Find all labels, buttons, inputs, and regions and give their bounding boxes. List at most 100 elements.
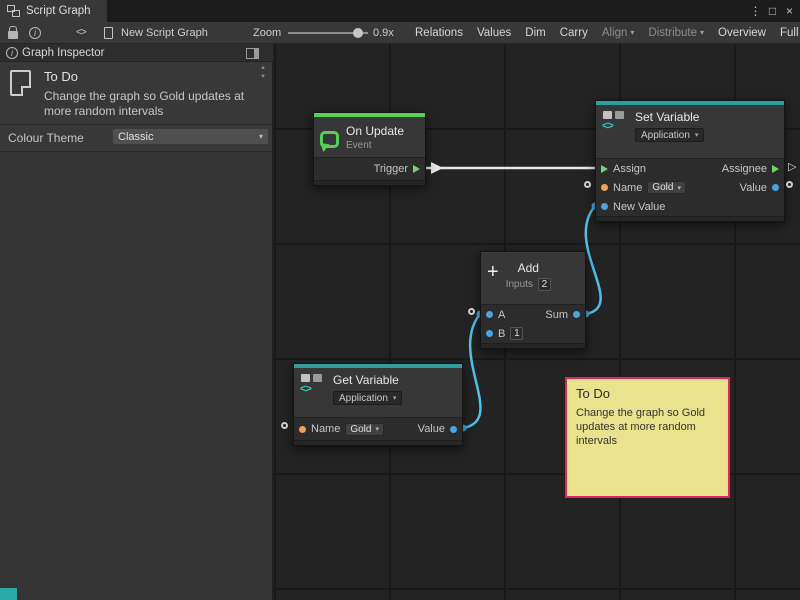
scroll-down-icon[interactable]: ▼ — [260, 73, 266, 81]
tab-bar: Script Graph ⋮ □ × — [0, 0, 800, 22]
trigger-port-label: Trigger — [374, 163, 408, 175]
chevron-down-icon: ▾ — [630, 22, 634, 44]
port-set-variable-name-external[interactable] — [584, 181, 591, 188]
variable-scope-dropdown[interactable]: Application ▾ — [333, 391, 402, 405]
dim-button[interactable]: Dim — [518, 22, 552, 44]
b-input-port[interactable] — [486, 330, 493, 337]
assign-input-port[interactable] — [601, 165, 608, 173]
script-file-icon — [104, 27, 113, 39]
values-button[interactable]: Values — [470, 22, 518, 44]
new-value-port-label: New Value — [613, 201, 665, 213]
unity-script-graph-window: Script Graph ⋮ □ × i <> New Script Graph… — [0, 0, 800, 600]
chevron-down-icon: ▾ — [375, 425, 379, 433]
carry-button[interactable]: Carry — [553, 22, 595, 44]
variable-icon: <> — [602, 110, 628, 134]
update-loop-icon — [320, 131, 339, 148]
a-input-port[interactable] — [486, 311, 493, 318]
dock-icon[interactable] — [246, 48, 259, 59]
value-port-label: Value — [418, 423, 445, 435]
variable-name-dropdown[interactable]: Gold ▾ — [345, 423, 384, 436]
code-icon[interactable]: <> — [76, 22, 86, 44]
tab-script-graph[interactable]: Script Graph — [0, 0, 107, 22]
close-icon[interactable]: × — [781, 0, 798, 22]
toolbar: i <> New Script Graph Zoom 0.9x Relation… — [0, 22, 800, 44]
align-button[interactable]: Align▾ — [595, 22, 642, 44]
inspector-empty-area — [0, 152, 272, 600]
node-footer — [314, 180, 425, 185]
inspector-title: Graph Inspector — [22, 44, 104, 62]
node-footer — [596, 216, 784, 221]
node-title: On Update — [346, 124, 404, 138]
window-menu-icon[interactable]: ⋮ — [747, 0, 764, 22]
inputs-label: Inputs — [506, 279, 533, 290]
node-set-variable[interactable]: <> Set Variable Application ▾ Assign Ass… — [595, 100, 785, 222]
sticky-note-title: To Do — [576, 386, 719, 401]
script-graph-icon — [7, 5, 20, 17]
port-assignee-external-icon[interactable]: ▷ — [788, 162, 796, 173]
variable-scope-dropdown[interactable]: Application ▾ — [635, 128, 704, 142]
assign-port-label: Assign — [613, 163, 646, 175]
trigger-output-port[interactable] — [413, 165, 420, 173]
sum-output-port[interactable] — [573, 311, 580, 318]
node-title: Add — [506, 261, 551, 275]
sticky-note[interactable]: To Do Change the graph so Gold updates a… — [565, 377, 730, 498]
name-port-label: Name — [311, 423, 340, 435]
node-get-variable[interactable]: <> Get Variable Application ▾ Name Gold … — [293, 363, 463, 446]
window-controls: ⋮ □ × — [747, 0, 798, 22]
corner-accent — [0, 588, 17, 600]
chevron-down-icon: ▾ — [259, 132, 263, 141]
name-input-port[interactable] — [299, 426, 306, 433]
colour-theme-label: Colour Theme — [8, 131, 84, 145]
b-value-field[interactable]: 1 — [510, 327, 523, 340]
node-title: Set Variable — [635, 110, 704, 124]
inspector-note-body: Change the graph so Gold updates at more… — [44, 89, 264, 119]
maximize-icon[interactable]: □ — [764, 0, 781, 22]
info-icon: i — [6, 47, 18, 59]
value-output-port[interactable] — [450, 426, 457, 433]
zoom-slider-thumb[interactable] — [353, 28, 363, 38]
name-port-label: Name — [613, 182, 642, 194]
chevron-down-icon: ▾ — [700, 22, 704, 44]
chevron-down-icon: ▾ — [393, 394, 397, 402]
graph-name-label: New Script Graph — [121, 22, 208, 44]
lock-icon[interactable] — [8, 31, 18, 39]
node-title: Get Variable — [333, 373, 402, 387]
sticky-note-body: Change the graph so Gold updates at more… — [576, 406, 708, 448]
fullscreen-button[interactable]: Full S — [773, 22, 800, 44]
inspector-toggle-icon[interactable]: i — [29, 27, 41, 39]
tab-title: Script Graph — [26, 5, 91, 17]
value-output-port[interactable] — [772, 184, 779, 191]
colour-theme-dropdown[interactable]: Classic ▾ — [112, 128, 269, 145]
zoom-label: Zoom — [253, 22, 281, 44]
node-add[interactable]: + Add Inputs 2 A Sum B 1 — [480, 251, 586, 349]
inputs-count-field[interactable]: 2 — [538, 278, 551, 291]
zoom-value: 0.9x — [373, 22, 394, 44]
scroll-up-icon[interactable]: ▲ — [260, 64, 266, 72]
sticky-note-icon — [10, 70, 31, 96]
assignee-output-port[interactable] — [772, 165, 779, 173]
a-port-label: A — [498, 309, 505, 321]
add-icon: + — [487, 262, 499, 282]
name-input-port[interactable] — [601, 184, 608, 191]
node-footer — [481, 343, 585, 348]
distribute-button[interactable]: Distribute▾ — [641, 22, 711, 44]
node-on-update[interactable]: On Update Event Trigger — [313, 112, 426, 186]
assignee-port-label: Assignee — [722, 163, 767, 175]
port-set-variable-value-external[interactable] — [786, 181, 793, 188]
b-port-label: B — [498, 328, 505, 340]
chevron-down-icon: ▾ — [677, 184, 681, 192]
port-add-a-external[interactable] — [468, 308, 475, 315]
value-port-label: Value — [740, 182, 767, 194]
node-subtitle: Event — [346, 140, 404, 151]
divider — [0, 124, 273, 125]
toolbar-buttons: Relations Values Dim Carry Align▾ Distri… — [408, 22, 800, 44]
node-footer — [294, 440, 462, 445]
chevron-down-icon: ▾ — [695, 131, 699, 139]
overview-button[interactable]: Overview — [711, 22, 773, 44]
variable-name-dropdown[interactable]: Gold ▾ — [647, 181, 686, 194]
new-value-input-port[interactable] — [601, 203, 608, 210]
port-get-variable-name-external[interactable] — [281, 422, 288, 429]
variable-icon: <> — [300, 373, 326, 397]
relations-button[interactable]: Relations — [408, 22, 470, 44]
inspector-note-title: To Do — [44, 69, 78, 84]
